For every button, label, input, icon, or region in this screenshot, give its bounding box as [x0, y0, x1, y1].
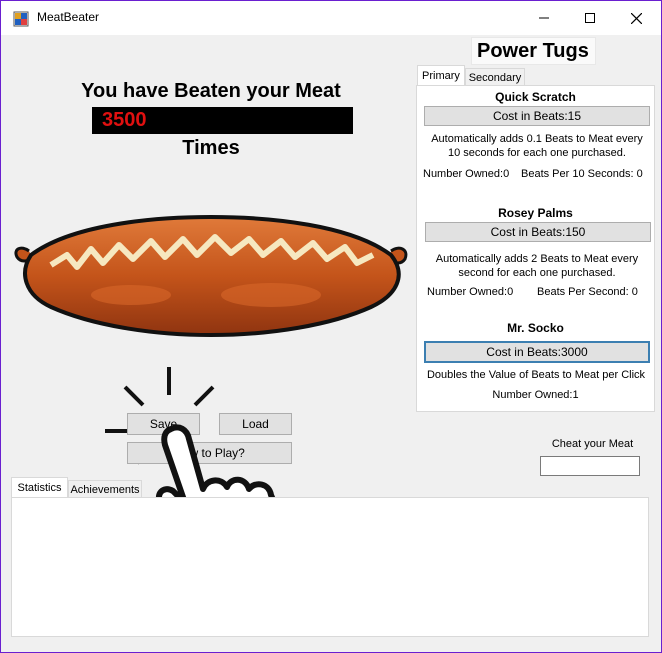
tab-secondary[interactable]: Secondary — [465, 68, 525, 86]
title-bar[interactable]: MeatBeater — [1, 1, 661, 35]
item-description: Automatically adds 2 Beats to Meat every… — [435, 253, 639, 279]
beats-rate: Beats Per 10 Seconds: 0 — [521, 168, 643, 180]
number-owned: Number Owned:0 — [423, 168, 510, 180]
headline: You have Beaten your Meat — [81, 80, 341, 102]
item-name: Quick Scratch — [495, 90, 576, 104]
buy-rosey-palms-button[interactable]: Cost in Beats:150 — [425, 222, 651, 242]
cheat-label: Cheat your Meat — [551, 438, 634, 450]
tab-primary[interactable]: Primary — [417, 65, 465, 86]
power-tugs-title: Power Tugs — [471, 37, 596, 65]
number-owned: Number Owned:1 — [492, 389, 579, 401]
item-description: Doubles the Value of Beats to Meat per C… — [426, 369, 646, 381]
tab-statistics[interactable]: Statistics — [11, 477, 68, 498]
window-title: MeatBeater — [37, 10, 100, 24]
maximize-icon — [585, 13, 595, 23]
beat-counter: 3500 — [92, 107, 353, 134]
times-label: Times — [182, 137, 240, 159]
cheat-input[interactable] — [540, 456, 640, 476]
buy-mr-socko-button[interactable]: Cost in Beats:3000 — [424, 341, 650, 363]
buy-quick-scratch-button[interactable]: Cost in Beats:15 — [424, 106, 650, 126]
power-tugs-panel: Quick Scratch Cost in Beats:15 Automatic… — [416, 85, 655, 412]
beats-rate: Beats Per Second: 0 — [537, 286, 638, 298]
close-button[interactable] — [613, 1, 659, 35]
statistics-panel — [11, 497, 649, 637]
app-window: MeatBeater You have Beaten your Meat 350… — [0, 0, 662, 653]
number-owned: Number Owned:0 — [427, 286, 514, 298]
minimize-icon — [539, 17, 549, 19]
item-name: Rosey Palms — [498, 206, 573, 220]
client-area: You have Beaten your Meat 3500 Times Sav… — [1, 35, 661, 652]
tab-achievements[interactable]: Achievements — [68, 480, 142, 498]
close-icon — [630, 12, 642, 24]
app-icon — [13, 11, 29, 27]
item-description: Automatically adds 0.1 Beats to Meat eve… — [431, 133, 643, 159]
sausage-image[interactable] — [11, 215, 411, 355]
item-name: Mr. Socko — [507, 321, 564, 335]
maximize-button[interactable] — [567, 1, 613, 35]
minimize-button[interactable] — [521, 1, 567, 35]
